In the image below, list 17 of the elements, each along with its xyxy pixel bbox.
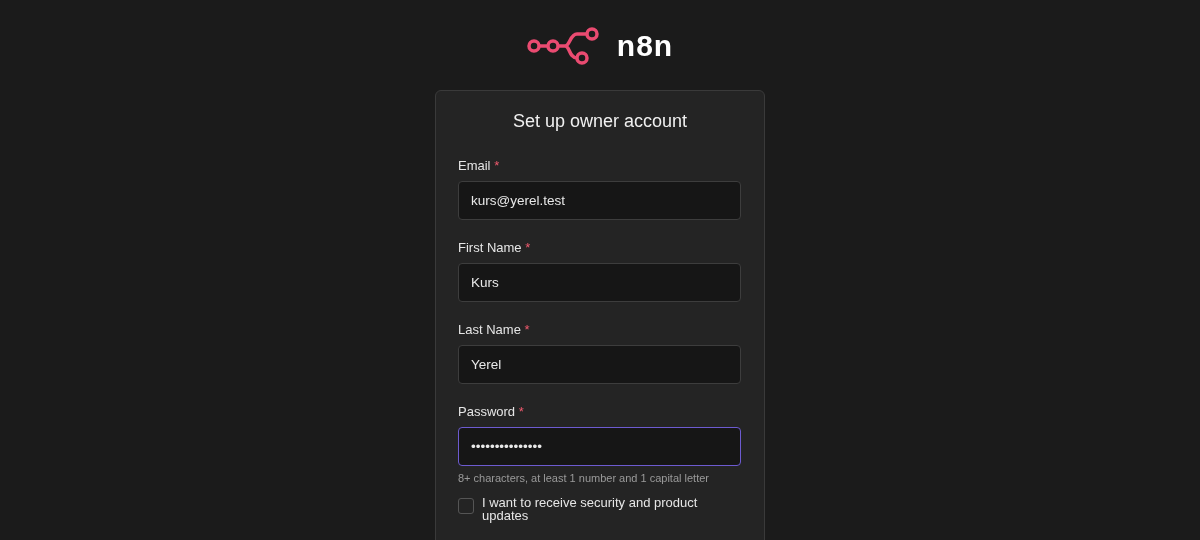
checkbox-label: I want to receive security and product updates [482,496,699,522]
required-mark: * [518,404,524,419]
required-mark: * [525,240,531,255]
field-label: Email * [458,158,501,173]
input-field[interactable]: ••••••••••••••• [458,427,741,466]
logo-wordmark: n8n [616,29,674,63]
field-label: First Name * [458,240,532,255]
field-label: Last Name * [458,322,531,337]
input-field[interactable]: Yerel [458,345,741,384]
field-label: Password * [458,404,525,419]
input-field[interactable]: Kurs [458,263,741,302]
required-mark: * [524,322,530,337]
checkbox[interactable] [458,498,474,514]
card-title: Set up owner account [511,111,689,132]
hint-text: 8+ characters, at least 1 number and 1 capital letter [458,472,710,484]
input-field[interactable]: kurs@yerel.test [458,181,741,220]
required-mark: * [494,158,500,173]
